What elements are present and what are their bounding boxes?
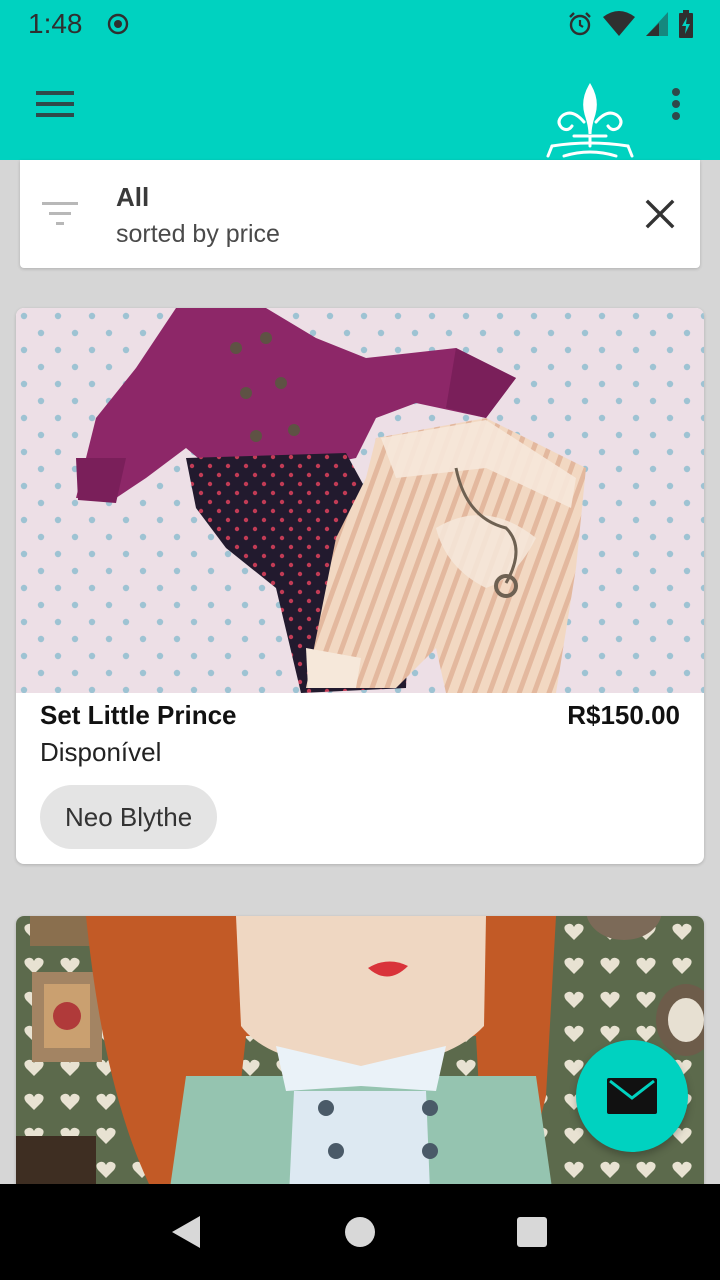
fleur-de-lis-logo xyxy=(546,82,634,158)
close-icon xyxy=(645,199,675,229)
signal-icon xyxy=(646,12,668,36)
navigation-bar xyxy=(0,1184,720,1280)
status-icons xyxy=(566,8,694,40)
menu-icon xyxy=(36,91,74,117)
product-price: R$150.00 xyxy=(567,700,680,730)
product-image[interactable] xyxy=(16,308,704,693)
status-time: 1:48 xyxy=(28,8,83,39)
product-tag-chip[interactable]: Neo Blythe xyxy=(40,785,218,849)
home-icon[interactable] xyxy=(344,1216,376,1248)
menu-button[interactable] xyxy=(30,80,82,128)
filter-subtitle: sorted by price xyxy=(116,220,280,248)
recents-icon[interactable] xyxy=(516,1216,548,1248)
clear-filter-button[interactable] xyxy=(640,194,680,234)
product-availability: Disponível xyxy=(40,737,162,767)
battery-icon xyxy=(679,10,693,38)
more-options-button[interactable] xyxy=(656,80,696,128)
product-name: Set Little Prince xyxy=(40,700,237,730)
send-message-fab[interactable] xyxy=(576,1040,688,1152)
back-icon[interactable] xyxy=(168,1214,204,1250)
mail-icon xyxy=(607,1078,657,1114)
status-bar: 1:48 xyxy=(0,0,720,48)
wifi-icon xyxy=(603,11,635,36)
filter-title: All xyxy=(116,182,150,212)
record-icon xyxy=(107,13,129,35)
filter-icon xyxy=(42,202,78,225)
filter-card[interactable]: All sorted by price xyxy=(20,160,700,268)
product-card[interactable]: Set Little Prince R$150.00 Disponível Ne… xyxy=(16,308,704,864)
app-screen: 1:48 All sorted by price Set Little Prin… xyxy=(0,0,720,1280)
app-bar xyxy=(0,48,720,160)
more-vert-icon xyxy=(672,88,680,120)
alarm-icon xyxy=(569,12,591,36)
